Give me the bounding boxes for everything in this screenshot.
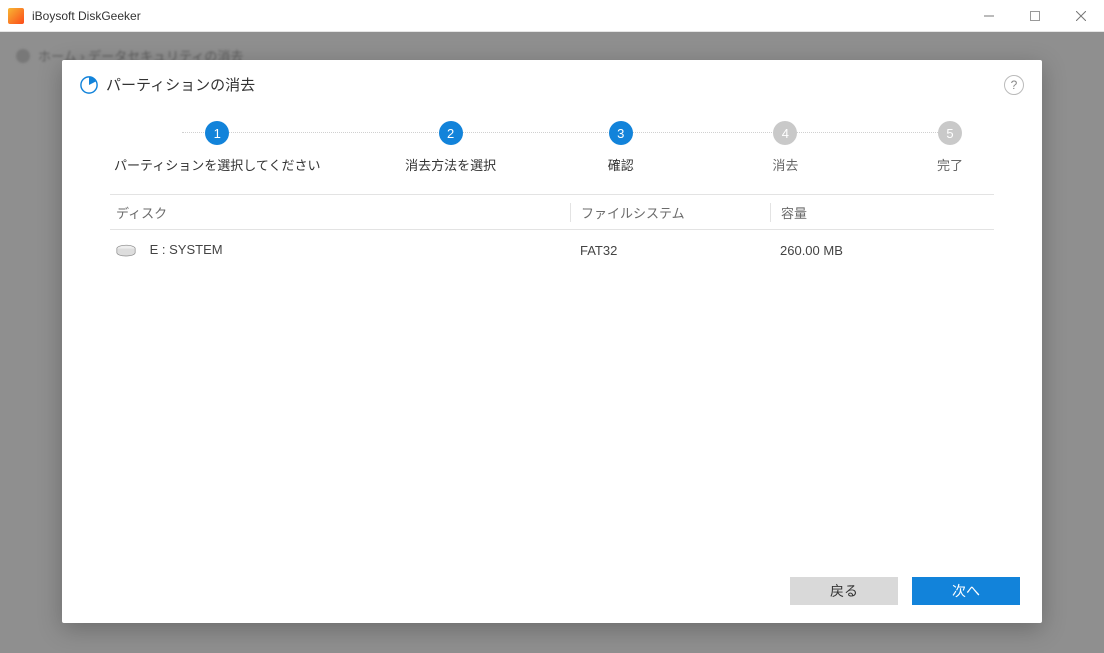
cell-filesystem: FAT32 bbox=[570, 243, 770, 258]
step-number: 5 bbox=[938, 121, 962, 145]
step-number: 2 bbox=[439, 121, 463, 145]
table-header: ディスク ファイルシステム 容量 bbox=[110, 194, 994, 230]
step-label: 消去 bbox=[772, 155, 798, 174]
close-icon bbox=[1076, 11, 1086, 21]
modal-title: パーティションの消去 bbox=[106, 74, 255, 95]
step-number: 1 bbox=[205, 121, 229, 145]
cell-capacity: 260.00 MB bbox=[770, 243, 994, 258]
window-controls bbox=[966, 0, 1104, 32]
disk-name: E : SYSTEM bbox=[150, 242, 223, 257]
col-header-disk: ディスク bbox=[110, 203, 570, 222]
step-number: 3 bbox=[609, 121, 633, 145]
help-button[interactable]: ? bbox=[1004, 75, 1024, 95]
disk-icon bbox=[116, 244, 136, 258]
window-title: iBoysoft DiskGeeker bbox=[32, 9, 141, 23]
partition-table: ディスク ファイルシステム 容量 E : SYSTEM FAT32 260.00… bbox=[62, 184, 1042, 563]
step-select-method: 2 消去方法を選択 bbox=[405, 121, 496, 174]
step-label: 確認 bbox=[608, 155, 634, 174]
close-button[interactable] bbox=[1058, 0, 1104, 32]
modal-header: パーティションの消去 ? bbox=[62, 60, 1042, 103]
step-erase: 4 消去 bbox=[745, 121, 825, 174]
step-select-partition: 1 パーティションを選択してください bbox=[114, 121, 320, 174]
wizard-modal: パーティションの消去 ? 1 パーティションを選択してください 2 消去方法を選… bbox=[62, 60, 1042, 623]
step-done: 5 完了 bbox=[910, 121, 990, 174]
maximize-icon bbox=[1030, 11, 1040, 21]
titlebar: iBoysoft DiskGeeker bbox=[0, 0, 1104, 32]
step-confirm: 3 確認 bbox=[581, 121, 661, 174]
back-button[interactable]: 戻る bbox=[790, 577, 898, 605]
modal-footer: 戻る 次へ bbox=[62, 563, 1042, 623]
backdrop: ホーム › データセキュリティの消去 パーティションの消去 ? 1 パーティショ… bbox=[0, 32, 1104, 653]
next-button[interactable]: 次へ bbox=[912, 577, 1020, 605]
step-label: パーティションを選択してください bbox=[114, 155, 320, 174]
stepper: 1 パーティションを選択してください 2 消去方法を選択 3 確認 4 消去 5… bbox=[62, 103, 1042, 184]
step-number: 4 bbox=[773, 121, 797, 145]
col-header-capacity: 容量 bbox=[770, 203, 994, 222]
table-row[interactable]: E : SYSTEM FAT32 260.00 MB bbox=[110, 230, 994, 270]
partition-erase-icon bbox=[80, 76, 98, 94]
step-label: 消去方法を選択 bbox=[405, 155, 496, 174]
col-header-filesystem: ファイルシステム bbox=[570, 203, 770, 222]
app-icon bbox=[8, 8, 24, 24]
help-icon: ? bbox=[1011, 78, 1018, 92]
cell-disk: E : SYSTEM bbox=[110, 242, 570, 258]
minimize-button[interactable] bbox=[966, 0, 1012, 32]
minimize-icon bbox=[984, 11, 994, 21]
maximize-button[interactable] bbox=[1012, 0, 1058, 32]
step-label: 完了 bbox=[937, 155, 963, 174]
